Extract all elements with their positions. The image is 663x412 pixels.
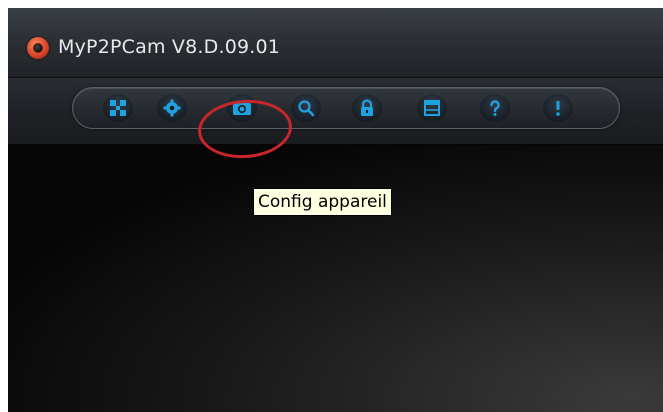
settings-gear-icon (163, 99, 181, 117)
toolbar-pill (72, 87, 620, 129)
app-window: MyP2PCam V8.D.09.01 Config appareil (8, 8, 663, 412)
search-button[interactable] (291, 94, 321, 122)
screenshot: MyP2PCam V8.D.09.01 Config appareil (0, 0, 663, 412)
title-bar: MyP2PCam V8.D.09.01 (8, 8, 663, 78)
window-icon (423, 99, 441, 117)
fullscreen-icon (109, 99, 127, 117)
lock-button[interactable] (352, 94, 382, 122)
info-icon (549, 99, 567, 117)
tooltip: Config appareil (253, 188, 392, 216)
search-icon (297, 99, 315, 117)
window-button[interactable] (417, 94, 447, 122)
settings-button[interactable] (157, 94, 187, 122)
info-button[interactable] (543, 94, 573, 122)
app-title: MyP2PCam V8.D.09.01 (58, 36, 281, 58)
help-icon (486, 99, 504, 117)
help-button[interactable] (480, 94, 510, 122)
app-logo-icon (27, 37, 49, 59)
lock-icon (358, 99, 376, 117)
video-view[interactable] (8, 145, 663, 412)
fullscreen-button[interactable] (103, 94, 133, 122)
